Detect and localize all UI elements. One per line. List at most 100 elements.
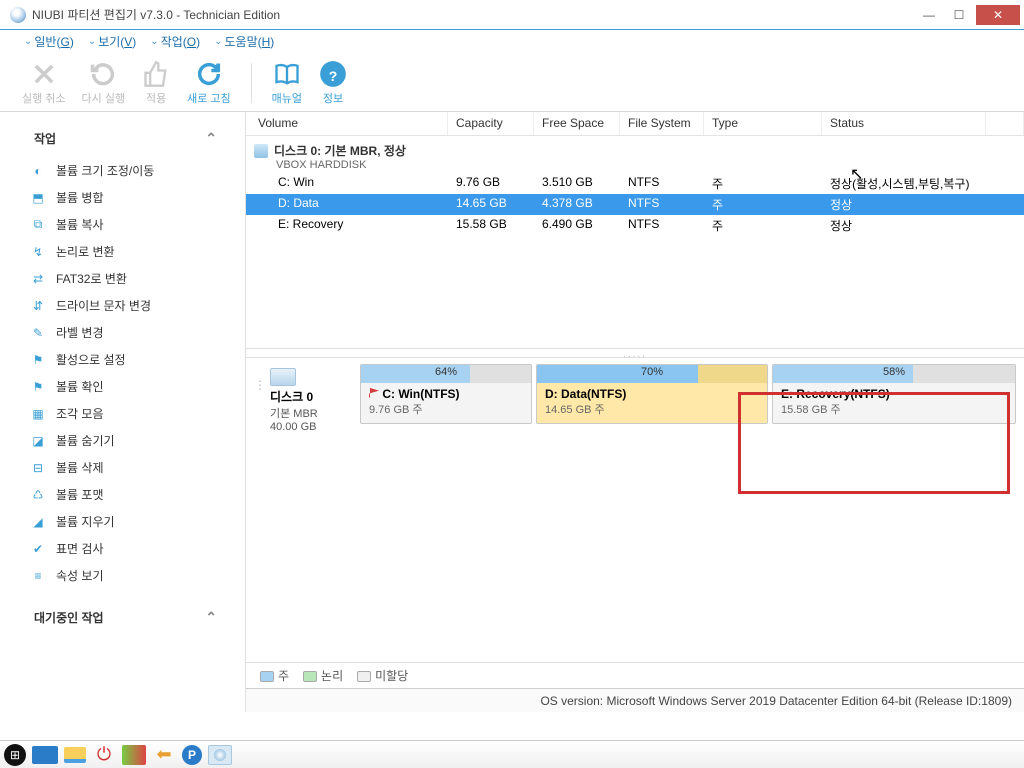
diskmap-info[interactable]: 디스크 0 기본 MBR 40.00 GB xyxy=(270,364,354,433)
menu-v[interactable]: ⌄ 보기(V) xyxy=(82,33,142,50)
maximize-button[interactable]: ☐ xyxy=(946,5,972,25)
menu-h[interactable]: ⌄ 도움말(H) xyxy=(208,33,280,50)
col-free[interactable]: Free Space xyxy=(534,112,620,135)
disk-group: 디스크 0: 기본 MBR, 정상 VBOX HARDDISK xyxy=(246,136,1024,173)
label-icon: ✎ xyxy=(30,325,46,341)
volume-row[interactable]: E: Recovery15.58 GB6.490 GBNTFS주정상 xyxy=(246,215,1024,236)
col-type[interactable]: Type xyxy=(704,112,822,135)
sidebar-item-props[interactable]: ≡속성 보기 xyxy=(12,562,233,589)
menu-o[interactable]: ⌄ 작업(O) xyxy=(144,33,206,50)
legend: 주 논리 미할당 xyxy=(246,662,1024,688)
fat32-icon: ⇄ xyxy=(30,271,46,287)
disk-map: ⋮ 디스크 0 기본 MBR 40.00 GB 64% C: Win(NTFS)… xyxy=(246,358,1024,439)
toolbar-manual[interactable]: 매뉴얼 xyxy=(272,59,302,106)
statusbar: OS version: Microsoft Windows Server 201… xyxy=(246,688,1024,712)
explorer-icon[interactable] xyxy=(64,747,86,763)
sidebar-item-logical[interactable]: ↯논리로 변환 xyxy=(12,238,233,265)
legend-item: 논리 xyxy=(303,667,343,684)
chevron-down-icon: ⌄ xyxy=(88,36,96,47)
wipe-icon: ◢ xyxy=(30,514,46,530)
chevron-up-icon: ⌃ xyxy=(205,130,217,147)
disk-header[interactable]: 디스크 0: 기본 MBR, 정상 xyxy=(254,142,1024,159)
app3-icon[interactable]: P xyxy=(182,745,202,765)
volume-row[interactable]: D: Data14.65 GB4.378 GBNTFS주정상 xyxy=(246,194,1024,215)
apply-icon xyxy=(141,59,171,89)
menubar: ⌄ 일반(G)⌄ 보기(V)⌄ 작업(O)⌄ 도움말(H) xyxy=(0,30,1024,52)
letter-icon: ⇵ xyxy=(30,298,46,314)
volume-row[interactable]: C: Win9.76 GB3.510 GBNTFS주정상(활성,시스템,부팅,복… xyxy=(246,173,1024,194)
diskmap-block[interactable]: 64% C: Win(NTFS)9.76 GB 주 xyxy=(360,364,532,424)
volume-table-body: C: Win9.76 GB3.510 GBNTFS주정상(활성,시스템,부팅,복… xyxy=(246,173,1024,236)
props-icon: ≡ xyxy=(30,568,46,584)
chevron-down-icon: ⌄ xyxy=(150,36,158,47)
splitter[interactable]: ..... xyxy=(246,348,1024,358)
refresh-icon xyxy=(194,59,224,89)
col-volume[interactable]: Volume xyxy=(250,112,448,135)
diskmap-name: 디스크 0 xyxy=(270,388,354,405)
chevron-up-icon: ⌃ xyxy=(205,609,217,626)
toolbar-info[interactable]: ?정보 xyxy=(318,59,348,106)
sidebar-item-merge[interactable]: ⬒볼륨 병합 xyxy=(12,184,233,211)
toolbar-undo[interactable]: 실행 취소 xyxy=(22,59,66,106)
diskmap-scroll-indicator: ⋮ xyxy=(254,364,264,392)
sidebar-ops-header[interactable]: 작업 ⌃ xyxy=(12,120,233,157)
manual-icon xyxy=(272,59,302,89)
diskmap-block[interactable]: 58%E: Recovery(NTFS)15.58 GB 주 xyxy=(772,364,1016,424)
legend-item: 미할당 xyxy=(357,667,408,684)
merge-icon: ⬒ xyxy=(30,190,46,206)
toolbar-refresh[interactable]: 새로 고침 xyxy=(187,59,231,106)
window-title: NIUBI 파티션 편집기 v7.3.0 - Technician Editio… xyxy=(32,6,912,23)
format-icon: ♺ xyxy=(30,487,46,503)
disk-icon xyxy=(270,368,296,386)
defrag-icon: ▦ xyxy=(30,406,46,422)
disk-icon xyxy=(254,144,268,158)
sidebar-item-active[interactable]: ⚑활성으로 설정 xyxy=(12,346,233,373)
window-controls: — ☐ ✕ xyxy=(912,5,1020,25)
sidebar-item-format[interactable]: ♺볼륨 포맷 xyxy=(12,481,233,508)
taskview-icon[interactable] xyxy=(32,746,58,764)
col-fs[interactable]: File System xyxy=(620,112,704,135)
menu-g[interactable]: ⌄ 일반(G) xyxy=(18,33,80,50)
redo-icon xyxy=(88,59,118,89)
svg-text:?: ? xyxy=(329,68,338,84)
sidebar-item-copy[interactable]: ⧉볼륨 복사 xyxy=(12,211,233,238)
sidebar-item-label[interactable]: ✎라벨 변경 xyxy=(12,319,233,346)
toolbar-apply[interactable]: 적용 xyxy=(141,59,171,106)
table-header-row: Volume Capacity Free Space File System T… xyxy=(246,112,1024,136)
diskmap-size: 40.00 GB xyxy=(270,421,354,433)
check-icon: ⚑ xyxy=(30,379,46,395)
sidebar-item-delete[interactable]: ⊟볼륨 삭제 xyxy=(12,454,233,481)
power-icon[interactable]: ⏻ xyxy=(92,745,116,765)
sidebar-pending-header[interactable]: 대기중인 작업 ⌃ xyxy=(12,599,233,636)
sidebar-item-fat32[interactable]: ⇄FAT32로 변환 xyxy=(12,265,233,292)
hide-icon: ◪ xyxy=(30,433,46,449)
app1-icon[interactable] xyxy=(122,745,146,765)
flag-icon xyxy=(369,388,379,398)
toolbar: 실행 취소 다시 실행 적용 새로 고침 매뉴얼 ?정보 xyxy=(0,52,1024,112)
diskmap-block[interactable]: 70%D: Data(NTFS)14.65 GB 주 xyxy=(536,364,768,424)
col-status[interactable]: Status xyxy=(822,112,986,135)
sidebar-item-check[interactable]: ⚑볼륨 확인 xyxy=(12,373,233,400)
sidebar-item-hide[interactable]: ◪볼륨 숨기기 xyxy=(12,427,233,454)
os-version: OS version: Microsoft Windows Server 201… xyxy=(540,694,1012,708)
niubi-taskbar-icon[interactable] xyxy=(208,745,232,765)
toolbar-redo[interactable]: 다시 실행 xyxy=(82,59,126,106)
sidebar-item-resize[interactable]: ◐볼륨 크기 조정/이동 xyxy=(12,157,233,184)
sidebar-item-letter[interactable]: ⇵드라이브 문자 변경 xyxy=(12,292,233,319)
col-capacity[interactable]: Capacity xyxy=(448,112,534,135)
close-button[interactable]: ✕ xyxy=(976,5,1020,25)
start-button[interactable]: ⊞ xyxy=(4,744,26,766)
logical-icon: ↯ xyxy=(30,244,46,260)
delete-icon: ⊟ xyxy=(30,460,46,476)
undo-icon xyxy=(29,59,59,89)
sidebar-pending-label: 대기중인 작업 xyxy=(34,609,104,626)
legend-item: 주 xyxy=(260,667,289,684)
sidebar-item-defrag[interactable]: ▦조각 모음 xyxy=(12,400,233,427)
minimize-button[interactable]: — xyxy=(916,5,942,25)
sidebar-item-wipe[interactable]: ◢볼륨 지우기 xyxy=(12,508,233,535)
sidebar: 작업 ⌃ ◐볼륨 크기 조정/이동⬒볼륨 병합⧉볼륨 복사↯논리로 변환⇄FAT… xyxy=(0,112,246,712)
app2-icon[interactable]: ⬅ xyxy=(152,745,176,765)
sidebar-item-surface[interactable]: ✔표면 검사 xyxy=(12,535,233,562)
surface-icon: ✔ xyxy=(30,541,46,557)
disk-title: 디스크 0: 기본 MBR, 정상 xyxy=(274,142,406,159)
